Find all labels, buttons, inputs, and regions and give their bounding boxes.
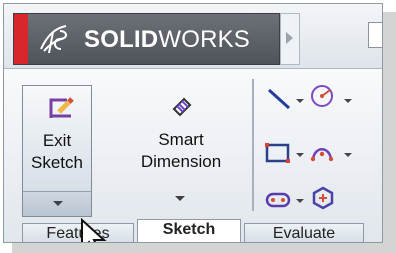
brand-wordmark-suffix: WORKS xyxy=(158,26,251,53)
screenshot-frame: SOLIDWORKS Exit Sketch Smart Dimension F… xyxy=(0,0,383,243)
brand-wordmark: SOLIDWORKS xyxy=(84,28,250,52)
brand-red-stripe xyxy=(14,14,28,64)
command-manager-ribbon: Exit Sketch Smart Dimension Features Ske… xyxy=(4,68,382,242)
smart-dimension-button[interactable]: Smart Dimension xyxy=(116,85,246,217)
smart-dimension-label-line1: Smart xyxy=(158,130,204,149)
tab-sketch[interactable]: Sketch xyxy=(137,219,241,242)
arc-icon[interactable] xyxy=(308,139,336,165)
expand-menu-button[interactable] xyxy=(280,13,300,65)
ribbon-separator xyxy=(252,79,254,211)
ds-logo-icon xyxy=(40,25,67,54)
command-manager-tabs: Features Sketch Evaluate xyxy=(4,219,382,242)
solidworks-window: SOLIDWORKS Exit Sketch Smart Dimension F… xyxy=(3,3,383,243)
new-document-icon[interactable] xyxy=(368,22,382,48)
smart-dimension-label-line2: Dimension xyxy=(140,152,222,171)
slot-icon[interactable] xyxy=(264,187,292,213)
title-bar: SOLIDWORKS xyxy=(4,4,382,68)
chevron-down-icon xyxy=(53,201,63,206)
smart-dimension-icon xyxy=(172,97,192,117)
exit-sketch-label-line1: Exit xyxy=(42,131,72,150)
circle-icon[interactable] xyxy=(308,83,336,109)
brand-wordmark-prefix: SOLID xyxy=(84,26,159,53)
rectangle-icon[interactable] xyxy=(264,140,292,166)
exit-sketch-button[interactable]: Exit Sketch xyxy=(22,85,92,217)
chevron-down-icon[interactable] xyxy=(175,196,185,201)
exit-sketch-dropdown[interactable] xyxy=(23,191,91,216)
exit-sketch-label-line2: Sketch xyxy=(31,153,83,172)
polygon-icon[interactable] xyxy=(309,185,337,211)
chevron-down-icon[interactable] xyxy=(344,99,352,103)
chevron-right-icon xyxy=(286,32,293,44)
chevron-down-icon[interactable] xyxy=(296,153,304,157)
chevron-down-icon[interactable] xyxy=(344,153,352,157)
tab-evaluate[interactable]: Evaluate xyxy=(244,223,364,242)
exit-sketch-icon xyxy=(49,97,74,118)
chevron-down-icon[interactable] xyxy=(296,99,304,103)
chevron-down-icon[interactable] xyxy=(296,199,304,203)
solidworks-brand-bar: SOLIDWORKS xyxy=(13,13,280,65)
line-icon[interactable] xyxy=(265,86,293,112)
mouse-pointer-icon xyxy=(81,218,107,242)
